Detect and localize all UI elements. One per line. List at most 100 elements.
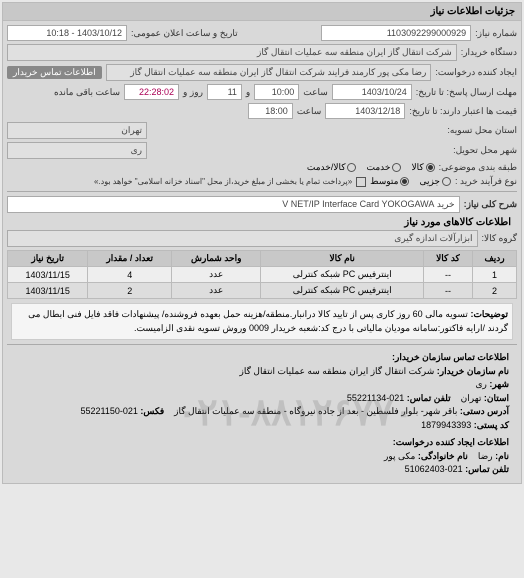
buyer-fax-label: فکس: (140, 406, 164, 416)
cell: 2 (473, 283, 517, 299)
buyer-contact-title: اطلاعات تماس سازمان خریدار: (392, 352, 509, 362)
buyer-address: باقر شهر- بلوار فلسطین - بعد از جاده نیر… (174, 406, 457, 416)
class-radio-group: کالا خدمت کالا/خدمت (307, 162, 435, 173)
row-need-no: شماره نیاز: 1103092299000929 تاریخ و ساع… (7, 25, 517, 41)
validity-label: قیمت ها اعتبار دارند: تا تاریخ: (409, 106, 517, 117)
buyer-org-label2: نام سازمان خریدار: (437, 366, 509, 376)
process-small-label: جزیی (419, 176, 440, 187)
buyer-fax: 021-55221150 (80, 406, 137, 416)
th-name: نام کالا (261, 251, 423, 267)
class-radio-service[interactable]: خدمت (366, 162, 401, 173)
class-label: طبقه بندی موضوعی: (439, 162, 517, 173)
radio-dot-icon (426, 163, 435, 172)
reply-deadline-label: مهلت ارسال پاسخ: تا تاریخ: (416, 87, 517, 98)
requester-phone-label: تلفن تماس: (465, 464, 509, 474)
cell: 1 (473, 267, 517, 283)
buyer-postal-label: کد پستی: (474, 420, 509, 430)
reply-time-field: 10:00 (254, 84, 299, 100)
group-field: ابزارآلات اندازه گیری (7, 230, 478, 247)
buyer-city: ری (475, 379, 486, 389)
process-radio-group: جزیی متوسط (370, 176, 451, 187)
process-medium-label: متوسط (370, 176, 398, 187)
buyer-contact-block: اطلاعات تماس سازمان خریدار: نام سازمان خ… (7, 349, 517, 434)
province-label: استان محل تسویه: (447, 125, 517, 136)
requester-field: رضا مکی پور کارمند فرایند شرکت انتقال گا… (106, 64, 432, 81)
buyer-postal: 1879943393 (421, 420, 471, 430)
radio-dot-icon (400, 177, 409, 186)
separator (7, 344, 517, 345)
row-classification: طبقه بندی موضوعی: کالا خدمت کالا/خدمت (7, 162, 517, 173)
class-radio-goods[interactable]: کالا (411, 162, 434, 173)
buyer-contact-chip[interactable]: اطلاعات تماس خریدار (7, 66, 102, 79)
province-field: تهران (7, 122, 147, 139)
process-note: «پرداخت تمام یا بخشی از مبلغ خرید،از محل… (94, 177, 352, 186)
table-header-row: ردیف کد کالا نام کالا واحد شمارش تعداد /… (8, 251, 517, 267)
requester-contact-title: اطلاعات ایجاد کننده درخواست: (393, 437, 509, 447)
row-province: استان محل تسویه: تهران (7, 122, 517, 139)
table-row: 2 -- اینترفیس PC شبکه کنترلی عدد 2 1403/… (8, 283, 517, 299)
announce-field: 1403/10/12 - 10:18 (7, 25, 127, 41)
time-remaining-field: 22:28:02 (124, 84, 179, 100)
cell: 1403/11/15 (8, 267, 88, 283)
cell: 2 (88, 283, 172, 299)
th-code: کد کالا (423, 251, 472, 267)
buyer-org2: شرکت انتقال گاز ایران منطقه سه عملیات ان… (240, 366, 435, 376)
days-remaining-label: روز و (183, 87, 203, 98)
cell: عدد (171, 283, 261, 299)
items-section-title: اطلاعات کالاهای مورد نیاز (13, 217, 511, 228)
requester-lname-label: نام خانوادگی: (418, 451, 468, 461)
need-no-label: شماره نیاز: (475, 28, 517, 39)
process-checkbox[interactable] (356, 177, 366, 187)
buyer-phone-label: تلفن تماس: (407, 393, 451, 403)
cell: 1403/11/15 (8, 283, 88, 299)
city-label: شهر محل تحویل: (453, 145, 517, 156)
cell: اینترفیس PC شبکه کنترلی (261, 267, 423, 283)
validity-date-field: 1403/12/18 (325, 103, 405, 119)
process-radio-medium[interactable]: متوسط (370, 176, 409, 187)
radio-dot-icon (442, 177, 451, 186)
cell: -- (423, 267, 472, 283)
radio-dot-icon (392, 163, 401, 172)
reply-date-field: 1403/10/24 (332, 84, 412, 100)
announce-label: تاریخ و ساعت اعلان عمومی: (131, 28, 238, 39)
class-service-label: خدمت (366, 162, 390, 173)
buyer-org-label: دستگاه خریدار: (461, 47, 517, 58)
row-reply-deadline: مهلت ارسال پاسخ: تا تاریخ: 1403/10/24 سا… (7, 84, 517, 100)
row-process: نوع فرآیند خرید : جزیی متوسط «پرداخت تما… (7, 176, 517, 187)
items-table: ردیف کد کالا نام کالا واحد شمارش تعداد /… (7, 250, 517, 299)
main-title-label: شرح کلی نیاز: (464, 199, 517, 210)
th-qty: تعداد / مقدار (88, 251, 172, 267)
requester-label: ایجاد کننده درخواست: (435, 67, 517, 78)
class-goods-label: کالا (411, 162, 423, 173)
th-date: تاریخ نیاز (8, 251, 88, 267)
days-and: و (246, 87, 250, 98)
days-remaining-field: 11 (207, 84, 242, 100)
validity-time-label: ساعت (297, 106, 322, 117)
table-row: 1 -- اینترفیس PC شبکه کنترلی عدد 4 1403/… (8, 267, 517, 283)
cell: عدد (171, 267, 261, 283)
row-validity: قیمت ها اعتبار دارند: تا تاریخ: 1403/12/… (7, 103, 517, 119)
row-buyer-org: دستگاه خریدار: شرکت انتقال گاز ایران منط… (7, 44, 517, 61)
description-box: توضیحات: تسویه مالی 60 روز کاری پس از تا… (11, 303, 513, 340)
class-radio-both[interactable]: کالا/خدمت (307, 162, 357, 173)
row-requester: ایجاد کننده درخواست: رضا مکی پور کارمند … (7, 64, 517, 81)
description-label: توضیحات: (470, 309, 508, 319)
row-city: شهر محل تحویل: ری (7, 142, 517, 159)
buyer-org-field: شرکت انتقال گاز ایران منطقه سه عملیات ان… (7, 44, 457, 61)
cell: 4 (88, 267, 172, 283)
th-row: ردیف (473, 251, 517, 267)
buyer-city-label: شهر: (489, 379, 509, 389)
city-field: ری (7, 142, 147, 159)
need-no-field: 1103092299000929 (321, 25, 471, 41)
buyer-province-label: استان: (484, 393, 509, 403)
requester-name: رضا (478, 451, 493, 461)
process-radio-small[interactable]: جزیی (419, 176, 451, 187)
time-remaining-label: ساعت باقی مانده (54, 87, 120, 98)
row-main-title: شرح کلی نیاز: خرید V NET/IP Interface Ca… (7, 196, 517, 213)
radio-dot-icon (347, 163, 356, 172)
group-label: گروه کالا: (482, 233, 517, 244)
buyer-address-label: آدرس دستی: (460, 406, 509, 416)
requester-name-label: نام: (495, 451, 509, 461)
requester-lname: مکی پور (384, 451, 415, 461)
requester-phone: 021-51062403 (405, 464, 463, 474)
